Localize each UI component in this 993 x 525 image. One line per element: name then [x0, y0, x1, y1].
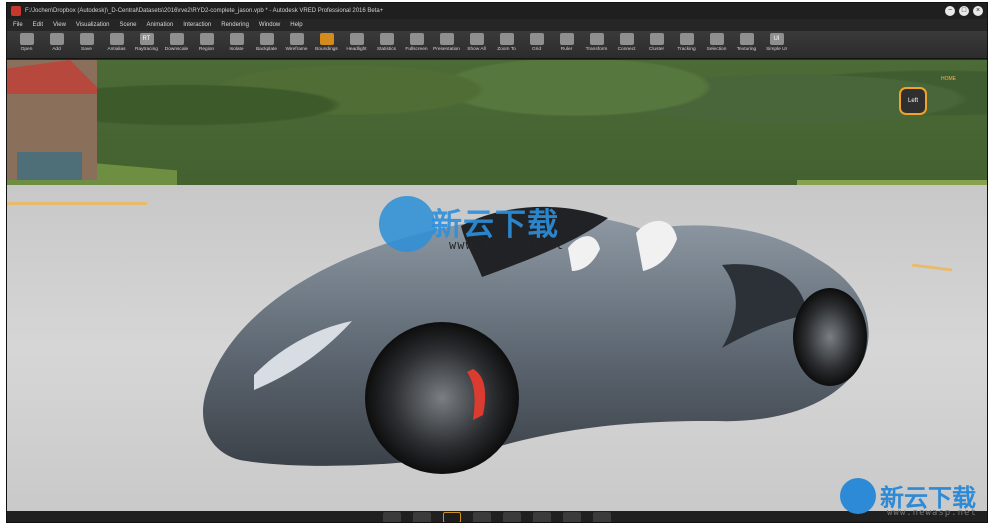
grid-icon [529, 33, 544, 45]
open-button[interactable]: Open [13, 31, 40, 59]
headlight-button[interactable]: Headlight [343, 31, 370, 59]
corner-watermark: 新云下载 www.newasp.net [840, 478, 990, 522]
show-all-icon [469, 33, 484, 45]
fullscreen-button[interactable]: Fullscreen [403, 31, 430, 59]
house-backplate [7, 60, 97, 180]
title-bar: F:/Jochen\Dropbox (Autodesk)\_D-Central\… [7, 3, 987, 19]
backplate-icon [259, 33, 274, 45]
texturing-icon [739, 33, 754, 45]
connect-button[interactable]: Connect [613, 31, 640, 59]
center-watermark: 新云下载 www.newasp.net [379, 196, 589, 256]
presentation-button[interactable]: Presentation [433, 31, 460, 59]
maximize-button[interactable]: □ [959, 6, 969, 16]
zoom-to-button[interactable]: Zoom To [493, 31, 520, 59]
selection-icon [709, 33, 724, 45]
cameras-icon[interactable] [473, 512, 491, 522]
monitor-icon[interactable] [503, 512, 521, 522]
fullscreen-icon [409, 33, 424, 45]
show-all-button[interactable]: Show All [463, 31, 490, 59]
home-view-button[interactable]: HOME [941, 76, 956, 82]
boundings-button[interactable]: Boundings [313, 31, 340, 59]
menu-help[interactable]: Help [290, 22, 302, 28]
vred-logo [11, 6, 21, 16]
save-button[interactable]: Save [73, 31, 100, 59]
headlight-icon [349, 33, 364, 45]
downscale-button[interactable]: Downscale [163, 31, 190, 59]
render-viewport[interactable]: Left HOME 新云下载 www.newasp.net [7, 60, 987, 511]
main-toolbar: Open Add Save Antialias RT Raytracing Dow… [7, 31, 987, 59]
menu-view[interactable]: View [53, 22, 66, 28]
statistics-button[interactable]: Statistics [373, 31, 400, 59]
region-icon [199, 33, 214, 45]
isolate-button[interactable]: Isolate [223, 31, 250, 59]
antialias-button[interactable]: Antialias [103, 31, 130, 59]
menu-scene[interactable]: Scene [120, 22, 137, 28]
boundings-icon [319, 33, 334, 45]
layers-icon[interactable] [593, 512, 611, 522]
presentation-icon [439, 33, 454, 45]
menu-edit[interactable]: Edit [33, 22, 43, 28]
menu-file[interactable]: File [13, 22, 23, 28]
transform-icon [589, 33, 604, 45]
folder-open-icon [19, 33, 34, 45]
simple-ui-icon: UI [769, 33, 784, 45]
menu-animation[interactable]: Animation [147, 22, 174, 28]
window-title: F:/Jochen\Dropbox (Autodesk)\_D-Central\… [25, 8, 384, 14]
selection-button[interactable]: Selection [703, 31, 730, 59]
menu-interaction[interactable]: Interaction [183, 22, 211, 28]
red-roof [7, 60, 97, 94]
rear-wheel [793, 288, 867, 386]
menu-window[interactable]: Window [259, 22, 280, 28]
backplate-button[interactable]: Backplate [253, 31, 280, 59]
watermark-logo-icon [379, 196, 435, 252]
ruler-icon [559, 33, 574, 45]
isolate-icon [229, 33, 244, 45]
tree-icon[interactable] [383, 512, 401, 522]
park-bench [17, 152, 82, 180]
add-button[interactable]: Add [43, 31, 70, 59]
add-file-icon [49, 33, 64, 45]
menu-visualization[interactable]: Visualization [76, 22, 110, 28]
bowl-icon[interactable] [563, 512, 581, 522]
scene-icon[interactable] [533, 512, 551, 522]
sports-car-model[interactable] [187, 145, 877, 475]
front-wheel [365, 322, 519, 474]
region-button[interactable]: Region [193, 31, 220, 59]
vred-application-window: F:/Jochen\Dropbox (Autodesk)\_D-Central\… [6, 2, 988, 523]
save-icon [79, 33, 94, 45]
cluster-button[interactable]: Cluster [643, 31, 670, 59]
window-controls: − □ × [945, 6, 983, 16]
tracking-button[interactable]: Tracking [673, 31, 700, 59]
corner-watermark-logo-icon [840, 478, 876, 514]
person-icon[interactable] [413, 512, 431, 522]
downscale-icon [169, 33, 184, 45]
zoom-to-icon [499, 33, 514, 45]
minimize-button[interactable]: − [945, 6, 955, 16]
simple-ui-button[interactable]: UI Simple UI [763, 31, 790, 59]
raytracing-button[interactable]: RT Raytracing [133, 31, 160, 59]
transform-button[interactable]: Transform [583, 31, 610, 59]
raytracing-icon: RT [139, 33, 154, 45]
cluster-icon [649, 33, 664, 45]
connect-icon [619, 33, 634, 45]
menu-rendering[interactable]: Rendering [221, 22, 249, 28]
tracking-icon [679, 33, 694, 45]
statistics-icon [379, 33, 394, 45]
lane-marking-left [7, 202, 147, 205]
navigation-cube[interactable]: Left [899, 87, 927, 115]
wireframe-button[interactable]: Wireframe [283, 31, 310, 59]
texturing-button[interactable]: Texturing [733, 31, 760, 59]
ruler-button[interactable]: Ruler [553, 31, 580, 59]
watermark-url: www.newasp.net [449, 238, 565, 252]
corner-watermark-url: www.newasp.net [887, 508, 977, 518]
grid-module-icon[interactable] [443, 512, 461, 522]
wireframe-icon [289, 33, 304, 45]
antialias-icon [109, 33, 124, 45]
grid-button[interactable]: Grid [523, 31, 550, 59]
menu-bar: File Edit View Visualization Scene Anima… [7, 19, 987, 31]
close-button[interactable]: × [973, 6, 983, 16]
